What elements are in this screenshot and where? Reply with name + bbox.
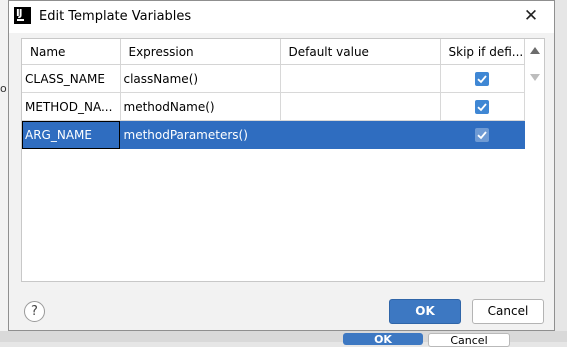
table-row-selected[interactable]: ARG_NAME methodParameters() — [22, 120, 525, 149]
ok-button[interactable]: OK — [389, 299, 461, 324]
variables-table: Name Expression Default value Skip if de… — [21, 38, 545, 282]
cell-default-value[interactable] — [280, 120, 441, 149]
background-window — [0, 0, 8, 342]
app-icon-letters: IJ — [16, 8, 23, 19]
skip-checkbox[interactable] — [475, 71, 489, 86]
title-bar: IJ Edit Template Variables ✕ — [9, 1, 554, 33]
vertical-scrollbar[interactable] — [526, 39, 544, 281]
checkmark-icon — [477, 75, 487, 84]
cell-expression[interactable]: methodParameters() — [120, 120, 281, 149]
edit-template-variables-dialog: IJ Edit Template Variables ✕ Name Expres… — [8, 0, 555, 331]
help-button[interactable]: ? — [24, 301, 45, 322]
cell-default-value[interactable] — [280, 92, 441, 121]
cell-expression[interactable]: methodName() — [120, 92, 281, 121]
checkmark-icon — [477, 131, 487, 140]
skip-checkbox[interactable] — [475, 127, 489, 142]
cell-skip-if-defined[interactable] — [440, 120, 525, 149]
scroll-up-icon[interactable] — [530, 47, 540, 54]
intellij-icon: IJ — [14, 7, 31, 24]
background-ok-button: OK — [343, 333, 423, 345]
column-header-name[interactable]: Name — [22, 39, 121, 65]
cell-name[interactable]: ARG_NAME — [22, 120, 121, 149]
cell-skip-if-defined[interactable] — [440, 64, 525, 93]
checkmark-icon — [477, 103, 487, 112]
cell-skip-if-defined[interactable] — [440, 92, 525, 121]
background-cancel-button: Cancel — [428, 333, 510, 347]
cell-name[interactable]: CLASS_NAME — [22, 64, 121, 93]
column-header-skip-if-defined[interactable]: Skip if defi... — [440, 39, 525, 65]
dialog-title: Edit Template Variables — [39, 9, 192, 24]
cancel-button[interactable]: Cancel — [472, 299, 544, 324]
cell-name[interactable]: METHOD_NA... — [22, 92, 121, 121]
cell-default-value[interactable] — [280, 64, 441, 93]
close-icon: ✕ — [523, 6, 539, 26]
table-row[interactable]: CLASS_NAME className() — [22, 64, 525, 93]
skip-checkbox[interactable] — [475, 99, 489, 114]
table-row[interactable]: METHOD_NA... methodName() — [22, 92, 525, 121]
background-text: o — [0, 82, 7, 95]
column-header-default-value[interactable]: Default value — [280, 39, 441, 65]
cell-expression[interactable]: className() — [120, 64, 281, 93]
table-header: Name Expression Default value Skip if de… — [22, 39, 525, 65]
scroll-down-icon[interactable] — [530, 74, 540, 81]
close-button[interactable]: ✕ — [508, 1, 554, 33]
column-header-expression[interactable]: Expression — [120, 39, 281, 65]
